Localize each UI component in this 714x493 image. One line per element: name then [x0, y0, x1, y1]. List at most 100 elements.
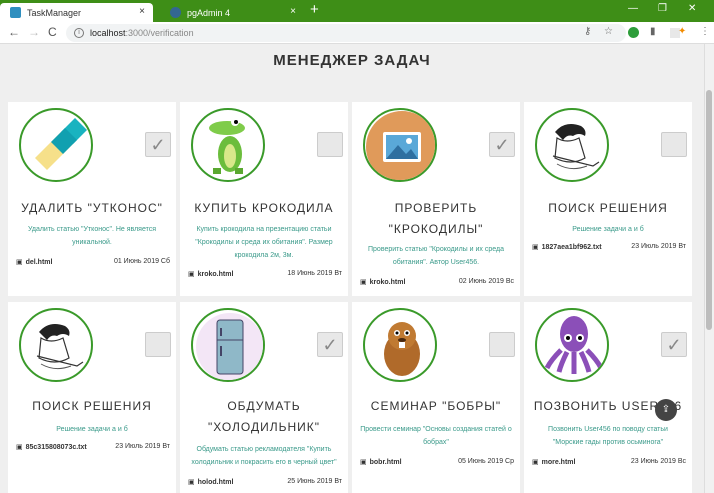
crocodile-icon	[191, 108, 265, 182]
task-date: 23 Июль 2019 Вт	[115, 443, 170, 450]
task-checkbox[interactable]	[661, 132, 687, 157]
key-icon[interactable]: ⚷	[584, 26, 591, 37]
close-window-button[interactable]: ✕	[688, 3, 696, 14]
octopus-icon	[535, 308, 609, 382]
maximize-button[interactable]: ❐	[658, 3, 667, 14]
task-card[interactable]: ✓ ОБДУМАТЬ "ХОЛОДИЛЬНИК" Обдумать статью…	[180, 302, 348, 493]
task-title: ПРОВЕРИТЬ "КРОКОДИЛЫ"	[388, 201, 484, 236]
task-checkbox[interactable]: ✓	[145, 132, 171, 157]
task-checkbox[interactable]	[145, 332, 171, 357]
address-bar[interactable]: i localhost:3000/verification	[66, 24, 626, 42]
file-name: bobr.html	[369, 459, 402, 466]
task-description: Проверить статью "Крокодилы и их среда о…	[368, 246, 504, 266]
tab-label: pgAdmin 4	[187, 7, 231, 18]
task-date: 25 Июнь 2019 Вт	[287, 478, 342, 485]
task-card[interactable]: ✓ УДАЛИТЬ "УТКОНОС" Удалить статью "Утко…	[8, 102, 176, 296]
file-icon: ▣	[532, 244, 539, 251]
task-file[interactable]: ▣ kroko.html	[188, 270, 233, 278]
task-checkbox[interactable]: ✓	[661, 332, 687, 357]
task-card[interactable]: ПОИСК РЕШЕНИЯ Решение задачи а и б ▣ 1827…	[524, 102, 692, 296]
task-description: Решение задачи а и б	[572, 226, 644, 233]
task-card[interactable]: ✓ ПОЗВОНИТЬ USER456 Позвонить User456 по…	[524, 302, 692, 493]
fridge-icon	[191, 308, 265, 382]
file-icon: ▣	[360, 459, 367, 466]
task-date: 23 Июль 2019 Вт	[631, 243, 686, 250]
extension-adguard-icon[interactable]	[628, 27, 639, 38]
camera-icon[interactable]: ▮	[650, 26, 656, 37]
task-title: ПОИСК РЕШЕНИЯ	[32, 399, 152, 413]
file-icon: ▣	[532, 459, 539, 466]
scrollbar-thumb[interactable]	[706, 90, 712, 330]
menu-icon[interactable]: ⋮	[700, 26, 710, 37]
bookmark-star-icon[interactable]: ☆	[604, 26, 613, 37]
file-icon: ▣	[16, 259, 23, 266]
file-name: holod.html	[197, 479, 234, 486]
task-title: ОБДУМАТЬ "ХОЛОДИЛЬНИК"	[207, 399, 321, 434]
new-tab-button[interactable]: +	[310, 1, 319, 18]
task-card[interactable]: ✓ ПРОВЕРИТЬ "КРОКОДИЛЫ" Проверить статью…	[352, 102, 520, 296]
task-checkbox[interactable]	[317, 132, 343, 157]
task-file[interactable]: ▣ bobr.html	[360, 458, 402, 466]
file-name: kroko.html	[369, 279, 406, 286]
task-card[interactable]: КУПИТЬ КРОКОДИЛА Купить крокодила на пре…	[180, 102, 348, 296]
task-title: СЕМИНАР "БОБРЫ"	[370, 399, 502, 413]
file-icon: ▣	[360, 279, 367, 286]
task-title: КУПИТЬ КРОКОДИЛА	[194, 201, 334, 215]
task-file[interactable]: ▣ del.html	[16, 258, 52, 266]
task-date: 05 Июнь 2019 Ср	[458, 458, 514, 465]
task-date: 02 Июнь 2019 Вс	[458, 278, 514, 285]
close-tab-icon[interactable]: ×	[139, 6, 145, 17]
task-date: 01 Июнь 2019 Сб	[113, 258, 170, 265]
task-description: Удалить статью "Утконос". Не является ун…	[27, 226, 157, 246]
file-name: kroko.html	[197, 271, 234, 278]
task-title: УДАЛИТЬ "УТКОНОС"	[21, 201, 163, 215]
task-description: Решение задачи а и б	[56, 426, 128, 433]
file-name: 85c315808073c.txt	[25, 444, 87, 451]
url-host: localhost	[90, 28, 126, 38]
file-icon: ▣	[188, 271, 195, 278]
info-icon[interactable]: i	[74, 28, 84, 38]
extension-fox-icon[interactable]: ✦	[678, 26, 686, 37]
scroll-top-button[interactable]: ⇪	[655, 399, 677, 421]
pgadmin-favicon-icon	[170, 7, 181, 18]
taskmanager-favicon-icon	[10, 7, 21, 18]
reload-button[interactable]: C	[48, 25, 57, 39]
tab-label: TaskManager	[27, 7, 82, 18]
task-file[interactable]: ▣ 85c315808073c.txt	[16, 443, 87, 451]
task-checkbox[interactable]: ✓	[317, 332, 343, 357]
close-tab-icon[interactable]: ×	[290, 6, 296, 17]
browser-tab-bar: TaskManager × pgAdmin 4 × + — ❐ ✕	[0, 0, 714, 22]
file-name: more.html	[541, 459, 576, 466]
task-description: Провести семинар "Основы создания статей…	[360, 426, 512, 446]
back-button[interactable]: ←	[8, 25, 20, 39]
tab-taskmanager[interactable]: TaskManager ×	[0, 3, 153, 22]
task-file[interactable]: ▣ 1827aea1bf962.txt	[532, 243, 602, 251]
task-date: 18 Июнь 2019 Вт	[287, 270, 342, 277]
task-description: Купить крокодила на презентацию статьи "…	[195, 226, 333, 259]
task-card[interactable]: СЕМИНАР "БОБРЫ" Провести семинар "Основы…	[352, 302, 520, 493]
task-file[interactable]: ▣ holod.html	[188, 478, 233, 486]
task-file[interactable]: ▣ kroko.html	[360, 278, 405, 286]
task-description: Позвонить User456 по поводу статьи "Морс…	[548, 426, 668, 446]
minimize-button[interactable]: —	[628, 3, 638, 14]
eraser-icon	[19, 108, 93, 182]
thinker-icon	[535, 108, 609, 182]
file-icon: ▣	[16, 444, 23, 451]
page-title: МЕНЕДЖЕР ЗАДАЧ	[273, 52, 431, 69]
thinker-icon	[19, 308, 93, 382]
task-file[interactable]: ▣ more.html	[532, 458, 575, 466]
file-name: del.html	[25, 259, 53, 266]
task-card[interactable]: ПОИСК РЕШЕНИЯ Решение задачи а и б ▣ 85c3…	[8, 302, 176, 493]
file-name: 1827aea1bf962.txt	[541, 244, 602, 251]
task-checkbox[interactable]	[489, 332, 515, 357]
task-description: Обдумать статью рекламодателя "Купить хо…	[191, 446, 337, 466]
tab-pgadmin[interactable]: pgAdmin 4 ×	[160, 3, 304, 22]
task-checkbox[interactable]: ✓	[489, 132, 515, 157]
task-title: ПОИСК РЕШЕНИЯ	[548, 201, 668, 215]
task-date: 23 Июнь 2019 Вс	[630, 458, 686, 465]
image-icon	[363, 108, 437, 182]
browser-toolbar: ← → C i localhost:3000/verification ⚷ ☆ …	[0, 22, 714, 44]
page-content: МЕНЕДЖЕР ЗАДАЧ ✓ УДАЛИТЬ "УТКОНОС" Удали…	[0, 44, 704, 493]
file-icon: ▣	[188, 479, 195, 486]
forward-button[interactable]: →	[28, 25, 40, 39]
